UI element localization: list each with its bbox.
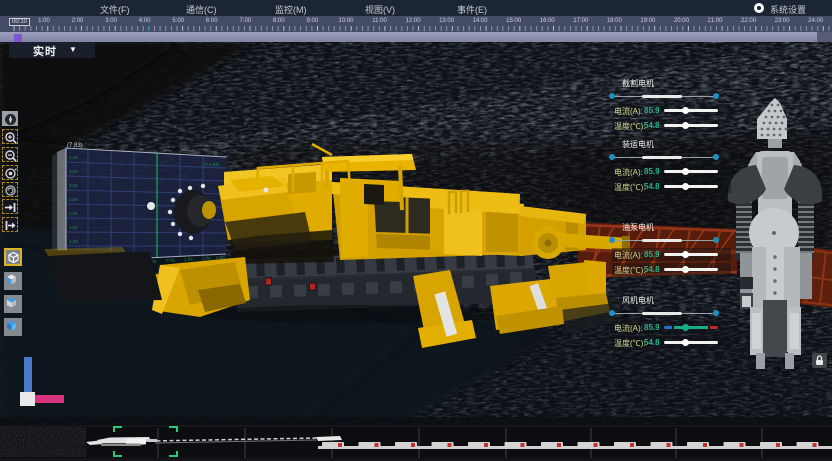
svg-text:1.25: 1.25 — [184, 257, 193, 262]
svg-text:3.50: 3.50 — [69, 169, 78, 174]
svg-text:4.00: 4.00 — [69, 155, 78, 160]
svg-text:2.50: 2.50 — [69, 197, 78, 202]
svg-text:2.00: 2.00 — [69, 211, 78, 216]
svg-text:1.75: 1.75 — [202, 256, 211, 261]
svg-text:(7.5,88): (7.5,88) — [204, 162, 220, 167]
svg-text:3.00: 3.00 — [69, 183, 78, 188]
svg-text:(7,83): (7,83) — [67, 143, 83, 149]
svg-text:1.50: 1.50 — [69, 225, 78, 230]
svg-text:1.00: 1.00 — [69, 239, 78, 244]
svg-text:0.75: 0.75 — [166, 258, 175, 263]
